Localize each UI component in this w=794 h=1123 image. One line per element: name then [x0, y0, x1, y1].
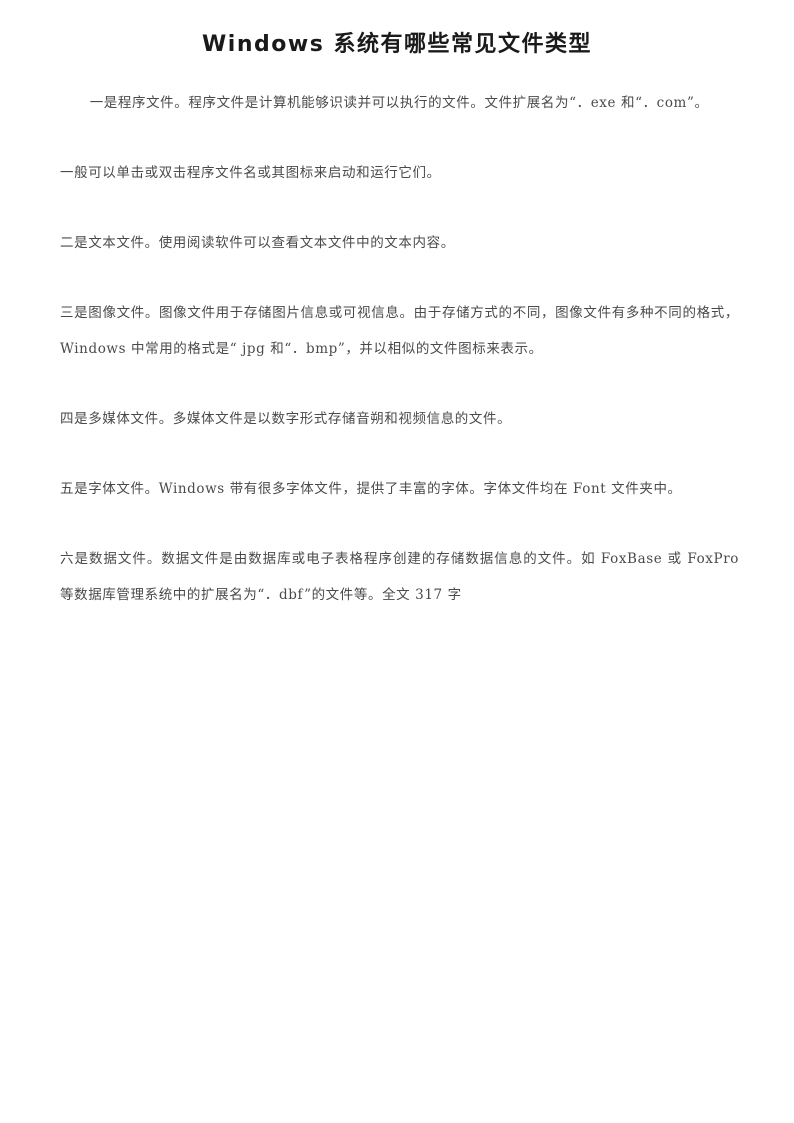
paragraph-program-files: 一是程序文件。程序文件是计算机能够识读并可以执行的文件。文件扩展名为“．exe …: [89, 94, 709, 111]
paragraph-text-files: 二是文本文件。使用阅读软件可以查看文本文件中的文本内容。: [60, 234, 455, 251]
document-page: Windows 系统有哪些常见文件类型 一是程序文件。程序文件是计算机能够识读并…: [0, 0, 794, 1123]
paragraph-launch-run: 一般可以单击或双击程序文件名或其图标来启动和运行它们。: [60, 164, 441, 181]
paragraph-font-files: 五是字体文件。Windows 带有很多字体文件，提供了丰富的字体。字体文件均在 …: [60, 480, 682, 497]
paragraph-multimedia-files: 四是多媒体文件。多媒体文件是以数字形式存储音朔和视频信息的文件。: [60, 410, 512, 427]
document-body: 一是程序文件。程序文件是计算机能够识读并可以执行的文件。文件扩展名为“．exe …: [0, 85, 794, 613]
paragraph-data-files: 六是数据文件。数据文件是由数据库或电子表格程序创建的存储数据信息的文件。如 Fo…: [60, 550, 744, 603]
page-title: Windows 系统有哪些常见文件类型: [202, 32, 592, 57]
paragraph-image-files: 三是图像文件。图像文件用于存储图片信息或可视信息。由于存储方式的不同，图像文件有…: [60, 304, 739, 357]
